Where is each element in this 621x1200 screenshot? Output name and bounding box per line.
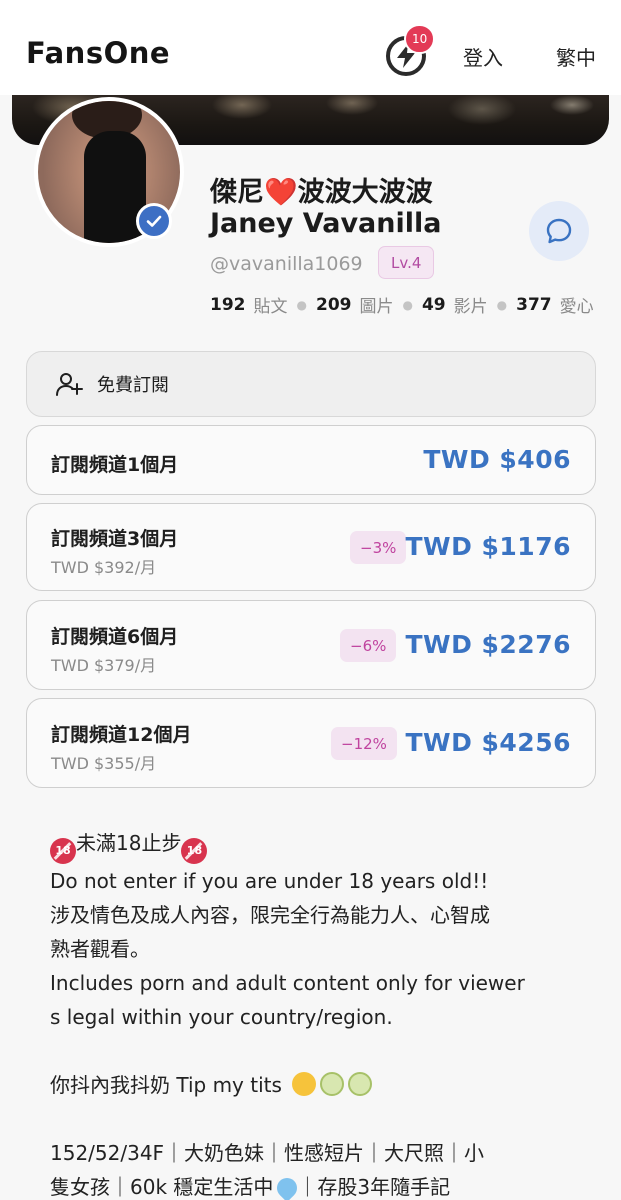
likes-label: 愛心 [559, 297, 594, 317]
message-button[interactable] [529, 201, 589, 261]
posts-count: 192 [210, 294, 246, 315]
profile-description: 18 未滿18止步 18 Do not enter if you are under… [50, 826, 590, 1200]
discount-badge: −3% [350, 531, 407, 564]
bio-blank-line [50, 1102, 590, 1136]
plan-monthly-price: TWD $379/月 [51, 656, 157, 675]
kiss-face-icon [292, 1072, 317, 1096]
bio-line: 熟者觀看。 [50, 937, 150, 961]
free-subscribe-label: 免費訂閱 [97, 375, 169, 396]
level-badge: Lv.4 [378, 246, 435, 279]
tags-text: 隻女孩｜60k 穩定生活中 [50, 1175, 274, 1199]
discount-badge: −6% [340, 629, 397, 662]
plan-monthly-price: TWD $392/月 [51, 558, 157, 577]
bio-blank-line [50, 1034, 590, 1068]
bio-line: Includes porn and adult content only for… [50, 971, 525, 995]
plan-title: 訂閱頻道3個月 [51, 528, 179, 550]
bio-line: s legal within your country/region. [50, 1005, 393, 1029]
bio-line: Do not enter if you are under 18 years o… [50, 869, 489, 893]
avatar-figure [84, 131, 146, 243]
no-under-18-icon: 18 [181, 838, 208, 864]
plan-price: TWD $4256 [405, 728, 571, 757]
videos-label: 影片 [453, 297, 488, 317]
profile-stats: 192 貼文 ● 209 圖片 ● 49 影片 ● 377 愛心 [210, 292, 594, 318]
plan-price: TWD $406 [423, 445, 571, 474]
brand-logo[interactable]: FansOne [26, 36, 170, 70]
likes-count: 377 [516, 294, 552, 315]
no-under-18-icon: 18 [50, 838, 76, 864]
melon-icon [320, 1072, 345, 1096]
melon-icon [348, 1072, 373, 1096]
posts-label: 貼文 [253, 297, 288, 317]
notification-count-badge: 10 [404, 24, 436, 54]
login-link[interactable]: 登入 [463, 42, 503, 71]
display-name-en: Janey Vavanilla [210, 208, 442, 239]
chat-bubble-icon [546, 218, 572, 244]
plan-price: TWD $1176 [405, 532, 571, 561]
tip-line: 你抖內我抖奶 Tip my tits [50, 1068, 590, 1102]
plan-12-months[interactable]: 訂閱頻道12個月 TWD $355/月 −12% TWD $4256 [26, 698, 596, 788]
photos-count: 209 [315, 294, 352, 315]
photos-label: 圖片 [359, 297, 394, 317]
username-handle: @vavanilla1069 [210, 253, 363, 275]
discount-badge: −12% [331, 727, 397, 760]
plan-title: 訂閱頻道12個月 [51, 724, 192, 746]
check-badge-icon [146, 215, 162, 227]
free-subscribe-button[interactable]: 免費訂閱 [26, 351, 596, 417]
stats-separator: ● [496, 297, 508, 312]
plan-3-months[interactable]: 訂閱頻道3個月 TWD $392/月 −3% TWD $1176 [26, 503, 596, 591]
videos-count: 49 [421, 294, 446, 315]
bio-line: 涉及情色及成人內容，限完全行為能力人、心智成 [50, 903, 490, 927]
plan-6-months[interactable]: 訂閱頻道6個月 TWD $379/月 −6% TWD $2276 [26, 600, 596, 690]
display-name-zh: 傑尼❤️波波大波波 [210, 177, 433, 208]
language-selector[interactable]: 繁中 [556, 42, 596, 71]
tags-text: ｜存股3年隨手記 [297, 1175, 451, 1199]
tip-text: 你抖內我抖奶 Tip my tits [50, 1073, 282, 1097]
plan-title: 訂閱頻道1個月 [51, 454, 179, 476]
age-warning-line: 18 未滿18止步 18 [50, 826, 590, 864]
stats-separator: ● [296, 297, 307, 312]
plan-monthly-price: TWD $355/月 [51, 754, 157, 773]
age-warning-text: 未滿18止步 [76, 831, 182, 855]
stats-separator: ● [402, 297, 413, 312]
verified-badge [136, 203, 172, 239]
plan-title: 訂閱頻道6個月 [51, 626, 179, 648]
top-bar: FansOne 10 登入 繁中 [0, 0, 621, 95]
add-user-icon [56, 373, 83, 396]
tags-line: 152/52/34F｜大奶色妹｜性感短片｜大尺照｜小 [50, 1141, 485, 1165]
plan-1-month[interactable]: 訂閱頻道1個月 TWD $406 [26, 425, 596, 495]
plan-price: TWD $2276 [405, 630, 571, 659]
tags-line: 隻女孩｜60k 穩定生活中 ｜存股3年隨手記 [50, 1170, 590, 1200]
